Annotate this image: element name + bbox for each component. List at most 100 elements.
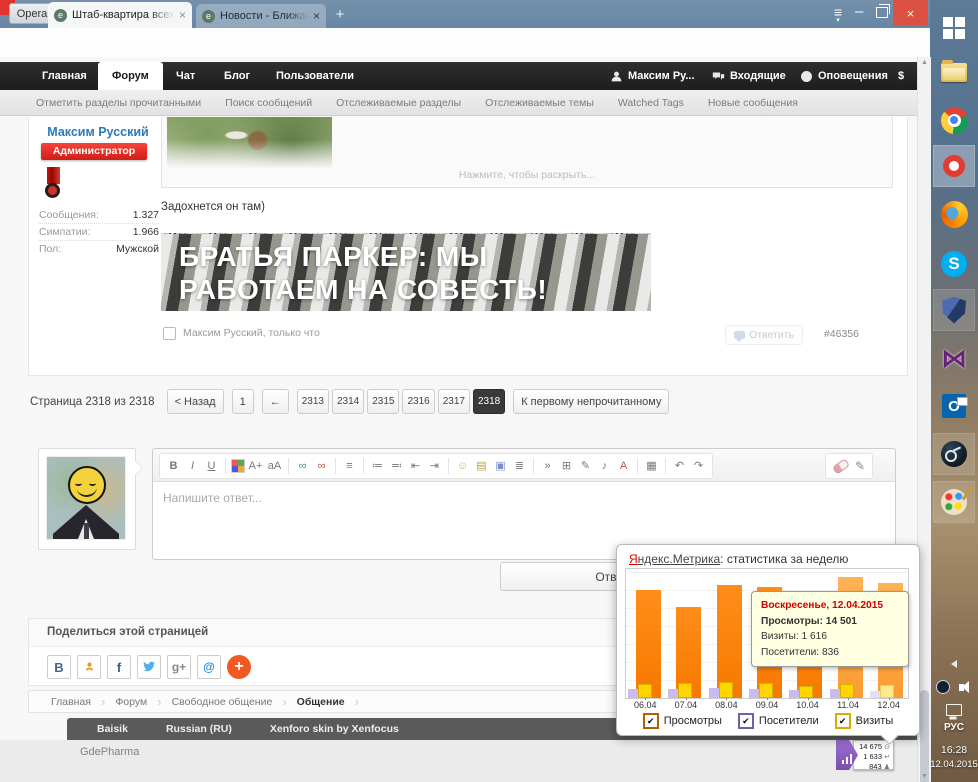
subnav-mark-read[interactable]: Отметить разделы прочитанными: [36, 97, 201, 109]
scroll-up-icon[interactable]: ▲: [918, 59, 931, 66]
page-button[interactable]: 2315: [367, 389, 399, 414]
prev-page-button[interactable]: < Назад: [167, 389, 224, 414]
current-page-button[interactable]: 2318: [473, 389, 505, 414]
tray-clock-date[interactable]: 12.04.2015: [930, 759, 978, 770]
drafts-icon[interactable]: ✎: [855, 459, 865, 473]
image-button[interactable]: ▤: [473, 455, 490, 477]
bar-group[interactable]: [708, 571, 746, 698]
taskbar-item-firefox[interactable]: [934, 194, 974, 234]
breadcrumb-forum[interactable]: Форум: [115, 696, 147, 708]
taskbar-item-opera[interactable]: [934, 146, 974, 186]
visits-bar[interactable]: [840, 684, 854, 698]
smilies-button[interactable]: ☺: [454, 455, 471, 477]
nav-inbox[interactable]: Входящие: [712, 62, 786, 90]
spoiler-block[interactable]: Нажмите, чтобы раскрыть...: [161, 117, 893, 188]
reply-button[interactable]: Ответить: [725, 325, 803, 345]
visits-bar[interactable]: [719, 682, 733, 698]
scrollbar-thumb[interactable]: [920, 690, 929, 782]
checkbox-checked-icon[interactable]: ✔: [738, 713, 754, 729]
tray-language[interactable]: РУС: [930, 722, 978, 733]
page-button[interactable]: 2314: [332, 389, 364, 414]
page-button[interactable]: 2316: [402, 389, 434, 414]
subnav-new-posts[interactable]: Новые сообщения: [708, 97, 798, 109]
user-avatar[interactable]: [46, 456, 126, 540]
indent-button[interactable]: ⇥: [426, 455, 443, 477]
nav-blog[interactable]: Блог: [210, 62, 264, 90]
taskbar-item-explorer[interactable]: [934, 52, 974, 92]
underline-button[interactable]: U: [203, 455, 220, 477]
visits-bar[interactable]: [799, 686, 813, 698]
footer-credit-link[interactable]: Xenforo skin by Xenfocus: [270, 723, 399, 735]
browser-menu-icon[interactable]: ≡▾: [828, 6, 848, 27]
metrika-link[interactable]: Я: [629, 552, 638, 566]
taskbar-item-outlook[interactable]: O: [934, 386, 974, 426]
breadcrumb-current[interactable]: Общение: [297, 696, 345, 708]
page-button[interactable]: 2313: [297, 389, 329, 414]
nav-users[interactable]: Пользователи: [262, 62, 368, 90]
post-meta[interactable]: Максим Русский, только что: [183, 327, 320, 339]
vk-share-icon[interactable]: В: [47, 655, 71, 679]
subnav-watched-tags[interactable]: Watched Tags: [618, 97, 684, 109]
visits-bar[interactable]: [678, 683, 692, 698]
unlink-button[interactable]: ∞: [313, 455, 330, 477]
breadcrumb-section[interactable]: Свободное общение: [172, 696, 273, 708]
visits-bar[interactable]: [880, 685, 894, 698]
post-number-link[interactable]: #46356: [824, 328, 859, 340]
start-button[interactable]: [934, 8, 974, 48]
select-post-checkbox[interactable]: [163, 327, 176, 340]
numbered-list-button[interactable]: ≕: [388, 455, 405, 477]
checkbox-checked-icon[interactable]: ✔: [835, 713, 851, 729]
site-brand[interactable]: GdePharma: [80, 746, 139, 758]
nav-chat[interactable]: Чат: [162, 62, 209, 90]
legend-visitors[interactable]: ✔Посетители: [738, 713, 819, 729]
volume-icon[interactable]: [959, 684, 964, 691]
music-button[interactable]: ♪: [596, 455, 613, 477]
bar-group[interactable]: [627, 571, 665, 698]
nav-alerts[interactable]: Оповещения: [800, 62, 888, 90]
first-unread-button[interactable]: К первому непрочитанному: [513, 389, 669, 414]
legend-views[interactable]: ✔Просмотры: [643, 713, 722, 729]
eraser-icon[interactable]: [832, 458, 850, 475]
redo-button[interactable]: ↷: [690, 455, 707, 477]
font-family-button[interactable]: aA: [266, 455, 283, 477]
post-author-link[interactable]: Максим Русский: [39, 125, 157, 139]
insert-link-button[interactable]: ∞: [294, 455, 311, 477]
visits-bar[interactable]: [759, 683, 773, 698]
bullet-list-button[interactable]: ≔: [369, 455, 386, 477]
save-draft-button[interactable]: ▦: [643, 455, 660, 477]
code-button[interactable]: ⊞: [558, 455, 575, 477]
taskbar-item-paint[interactable]: [934, 482, 974, 522]
new-tab-button[interactable]: +: [332, 7, 348, 23]
undo-button[interactable]: ↶: [671, 455, 688, 477]
taskbar-item-chrome[interactable]: [934, 100, 974, 140]
nav-dollar[interactable]: $: [898, 62, 904, 90]
facebook-share-icon[interactable]: f: [107, 655, 131, 679]
tray-hidden-icons-button[interactable]: [934, 656, 974, 672]
odnoklassniki-share-icon[interactable]: [77, 655, 101, 679]
tray-steam-icon[interactable]: [936, 680, 950, 694]
taskbar-item-visual-studio[interactable]: ⋈: [934, 338, 974, 378]
views-bar[interactable]: [636, 590, 661, 698]
nav-account[interactable]: Максим Ру...: [610, 62, 695, 90]
tray-clock-time[interactable]: 16:28: [930, 744, 978, 756]
text-color-button[interactable]: [231, 459, 245, 473]
googleplus-share-icon[interactable]: g+: [167, 655, 191, 679]
minimize-button[interactable]: –: [855, 3, 863, 20]
restore-button[interactable]: [876, 7, 888, 18]
subnav-search-posts[interactable]: Поиск сообщений: [225, 97, 312, 109]
bar-group[interactable]: [667, 571, 705, 698]
legend-visits[interactable]: ✔Визиты: [835, 713, 894, 729]
breadcrumb-home[interactable]: Главная: [51, 696, 91, 708]
quote-button[interactable]: »: [539, 455, 556, 477]
taskbar-item-steam[interactable]: [934, 434, 974, 474]
taskbar-item-security[interactable]: [934, 290, 974, 330]
browser-tab-active[interactable]: e Штаб-квартира всех хим ×: [48, 2, 192, 28]
media-button[interactable]: ▣: [492, 455, 509, 477]
nav-forum[interactable]: Форум: [98, 62, 163, 90]
pen-button[interactable]: ✎: [577, 455, 594, 477]
network-icon[interactable]: [946, 704, 962, 716]
taskbar-item-skype[interactable]: S: [934, 244, 974, 284]
close-window-button[interactable]: ×: [893, 0, 928, 26]
font-size-button[interactable]: A+: [247, 455, 264, 477]
italic-button[interactable]: I: [184, 455, 201, 477]
